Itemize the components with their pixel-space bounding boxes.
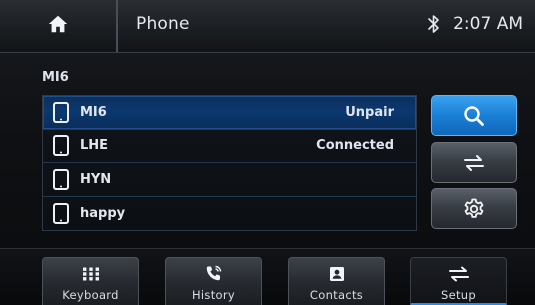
- keypad-icon: [82, 265, 100, 282]
- home-icon: [47, 13, 69, 39]
- gear-icon: [462, 197, 486, 221]
- tab-label: Keyboard: [62, 288, 119, 302]
- device-row[interactable]: MI6 Unpair: [43, 96, 416, 130]
- tab-label: Contacts: [309, 288, 364, 302]
- clock: 2:07 AM: [453, 14, 523, 34]
- status-area: 2:07 AM: [427, 14, 523, 34]
- swap-arrows-icon: [462, 154, 486, 172]
- unpair-action[interactable]: Unpair: [345, 105, 394, 120]
- phone-icon: [53, 135, 69, 157]
- device-name: HYN: [80, 171, 112, 187]
- paired-device-list: MI6 Unpair LHE Connected HYN happy: [42, 95, 417, 231]
- connection-status: Connected: [316, 138, 394, 154]
- settings-button[interactable]: [431, 188, 517, 229]
- device-name: LHE: [80, 138, 109, 154]
- call-history-icon: [205, 265, 223, 282]
- device-name: MI6: [80, 104, 107, 120]
- connected-device-header: MI6: [42, 70, 69, 85]
- phone-screen: Phone 2:07 AM MI6 MI6 Unpair LHE Connect: [0, 0, 535, 305]
- contacts-icon: [329, 265, 345, 282]
- top-bar: Phone 2:07 AM: [0, 0, 535, 53]
- bluetooth-icon: [427, 14, 441, 34]
- device-row[interactable]: LHE Connected: [43, 130, 416, 163]
- tab-label: History: [191, 288, 235, 302]
- tab-keyboard[interactable]: Keyboard: [42, 257, 139, 305]
- home-button[interactable]: [0, 0, 118, 52]
- search-icon: [462, 104, 486, 128]
- device-row[interactable]: happy: [43, 197, 416, 231]
- device-name: happy: [80, 205, 126, 221]
- switch-device-button[interactable]: [431, 142, 517, 183]
- search-devices-button[interactable]: [431, 95, 517, 136]
- swap-arrows-icon: [448, 265, 470, 282]
- tab-history[interactable]: History: [165, 257, 262, 305]
- bottom-navigation: Keyboard History Contacts Setup: [0, 248, 535, 305]
- tab-setup[interactable]: Setup: [410, 257, 507, 305]
- app-title: Phone: [136, 14, 190, 34]
- phone-icon: [53, 101, 69, 123]
- tab-contacts[interactable]: Contacts: [288, 257, 385, 305]
- device-row[interactable]: HYN: [43, 163, 416, 197]
- phone-icon: [53, 202, 69, 224]
- tab-label: Setup: [441, 288, 476, 302]
- phone-icon: [53, 168, 69, 190]
